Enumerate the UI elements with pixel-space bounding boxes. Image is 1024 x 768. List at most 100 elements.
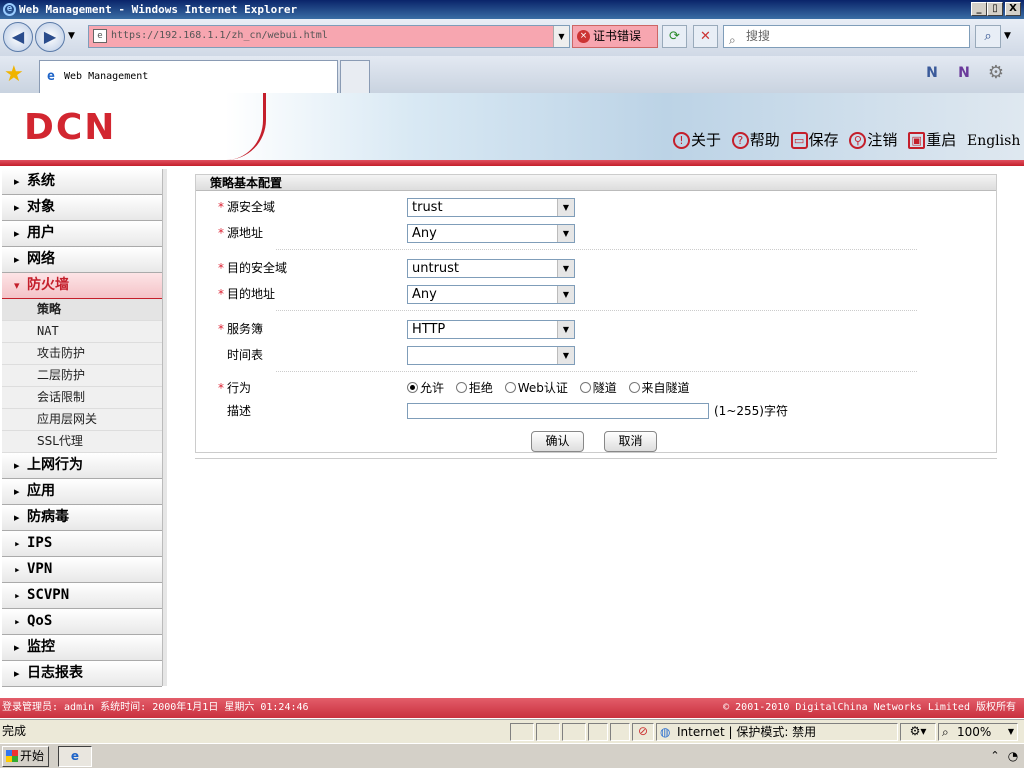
ie-icon: e [3, 3, 16, 16]
action-webauth-label: Web认证 [517, 381, 568, 395]
header-divider [0, 160, 1024, 166]
submenu-session-limit[interactable]: 会话限制 [2, 387, 162, 409]
menu-item-users[interactable]: 用户 [2, 221, 162, 247]
forward-button[interactable]: ▶ [35, 22, 65, 52]
action-webauth-option[interactable]: Web认证 [504, 378, 568, 398]
submenu-ssl-proxy[interactable]: SSL代理 [2, 431, 162, 453]
required-mark: * [218, 200, 224, 214]
close-button[interactable]: X [1005, 2, 1021, 16]
chevron-down-icon: ▼ [557, 286, 574, 303]
menu-item-ips[interactable]: IPS [2, 531, 162, 557]
submenu-layer2-defense[interactable]: 二层防护 [2, 365, 162, 387]
action-tunnel-option[interactable]: 隧道 [579, 378, 617, 398]
schedule-select[interactable]: ▼ [407, 346, 575, 365]
radio-webauth[interactable] [504, 382, 516, 393]
cancel-button[interactable]: 取消 [604, 431, 657, 452]
chevron-down-icon: ▼ [557, 225, 574, 242]
back-button[interactable]: ◀ [3, 22, 33, 52]
menu-item-network[interactable]: 网络 [2, 247, 162, 273]
menu-item-internet-behavior[interactable]: 上网行为 [2, 453, 162, 479]
blocked-content-icon[interactable]: ⊘ [632, 723, 654, 741]
minimize-button[interactable]: _ [971, 2, 987, 16]
favorites-star-icon[interactable]: ★ [4, 62, 24, 87]
submenu-alg[interactable]: 应用层网关 [2, 409, 162, 431]
save-link[interactable]: ▭ 保存 [790, 129, 839, 150]
onenote-icon[interactable]: N [921, 62, 943, 84]
menu-item-application[interactable]: 应用 [2, 479, 162, 505]
radio-tunnel[interactable] [579, 382, 591, 393]
status-pane [562, 723, 586, 741]
reboot-label: 重启 [926, 131, 957, 149]
recent-pages-dropdown-icon[interactable]: ▼ [68, 31, 75, 41]
menu-item-objects[interactable]: 对象 [2, 195, 162, 221]
description-hint: (1~255)字符 [714, 404, 788, 418]
radio-deny[interactable] [455, 382, 467, 393]
service-value: HTTP [412, 322, 446, 337]
start-button[interactable]: 开始 [2, 746, 49, 767]
menu-item-firewall[interactable]: 防火墙 [2, 273, 162, 299]
src-zone-value: trust [412, 200, 443, 215]
info-icon: ! [673, 132, 690, 149]
required-mark: * [218, 287, 224, 301]
address-bar[interactable]: e https://192.168.1.1/zh_cn/webui.html [88, 25, 570, 48]
menu-item-scvpn[interactable]: SCVPN [2, 583, 162, 609]
maximize-button[interactable]: ▯ [987, 2, 1003, 16]
search-input[interactable]: ⌕ 搜搜 [723, 25, 970, 48]
src-addr-select[interactable]: Any ▼ [407, 224, 575, 243]
english-link[interactable]: English [967, 133, 1020, 149]
help-icon: ? [731, 132, 749, 149]
menu-item-system[interactable]: 系统 [2, 169, 162, 195]
tab-web-management[interactable]: e Web Management [39, 60, 338, 93]
tools-gear-icon[interactable]: ⚙ [985, 62, 1007, 84]
address-dropdown-icon[interactable]: ▼ [553, 26, 569, 47]
key-icon: ⚲ [849, 132, 867, 149]
sidebar-splitter[interactable] [162, 169, 167, 686]
menu-item-antivirus[interactable]: 防病毒 [2, 505, 162, 531]
new-tab-button[interactable] [340, 60, 370, 93]
help-link[interactable]: ? 帮助 [731, 129, 780, 150]
action-deny-option[interactable]: 拒绝 [455, 378, 493, 398]
stop-icon[interactable]: ✕ [693, 25, 718, 48]
tray-icon[interactable]: ◔ [1004, 748, 1022, 764]
submenu-nat[interactable]: NAT [2, 321, 162, 343]
login-info: 登录管理员: admin 系统时间: 2000年1月1日 星期六 01:24:4… [2, 702, 309, 713]
dst-addr-select[interactable]: Any ▼ [407, 285, 575, 304]
page-icon: e [93, 29, 107, 43]
radio-from-tunnel[interactable] [628, 382, 640, 393]
shield-error-icon: × [577, 30, 590, 43]
certificate-error-button[interactable]: × 证书错误 [572, 25, 658, 48]
logout-link[interactable]: ⚲ 注销 [849, 129, 897, 150]
search-icon[interactable]: ⌕ [975, 25, 1001, 48]
ok-button[interactable]: 确认 [531, 431, 584, 452]
about-link[interactable]: ! 关于 [673, 129, 721, 150]
action-permit-option[interactable]: 允许 [407, 378, 444, 398]
refresh-icon[interactable]: ⟳ [662, 25, 687, 48]
schedule-label: 时间表 [227, 348, 264, 362]
description-input[interactable] [407, 403, 709, 419]
save-label: 保存 [808, 131, 839, 149]
submenu-attack-defense[interactable]: 攻击防护 [2, 343, 162, 365]
src-zone-select[interactable]: trust ▼ [407, 198, 575, 217]
zoom-level: 100% [957, 725, 992, 739]
security-zone[interactable]: ◍ Internet | 保护模式: 禁用 [656, 723, 898, 741]
protected-mode-icon[interactable]: ⚙▾ [900, 723, 936, 741]
search-options-icon[interactable]: ▼ [1004, 31, 1011, 41]
taskbar-ie-button[interactable]: e [58, 746, 92, 767]
menu-item-logs-reports[interactable]: 日志报表 [2, 661, 162, 687]
menu-item-vpn[interactable]: VPN [2, 557, 162, 583]
action-from-tunnel-option[interactable]: 来自隧道 [628, 378, 690, 398]
menu-item-qos[interactable]: QoS [2, 609, 162, 635]
dst-zone-select[interactable]: untrust ▼ [407, 259, 575, 278]
submenu-policy[interactable]: 策略 [2, 299, 162, 321]
menu-item-monitor[interactable]: 监控 [2, 635, 162, 661]
reboot-link[interactable]: ▣ 重启 [908, 129, 956, 150]
radio-permit[interactable] [407, 382, 418, 393]
required-mark: * [218, 226, 224, 240]
onenote-send-icon[interactable]: N [953, 62, 975, 84]
section-divider [276, 371, 917, 372]
action-tunnel-label: 隧道 [592, 381, 617, 395]
service-select[interactable]: HTTP ▼ [407, 320, 575, 339]
chevron-up-icon[interactable]: ⌃ [988, 748, 1002, 764]
address-url[interactable]: https://192.168.1.1/zh_cn/webui.html [111, 30, 328, 41]
zoom-control[interactable]: ⌕ 100% ▼ [938, 723, 1018, 741]
